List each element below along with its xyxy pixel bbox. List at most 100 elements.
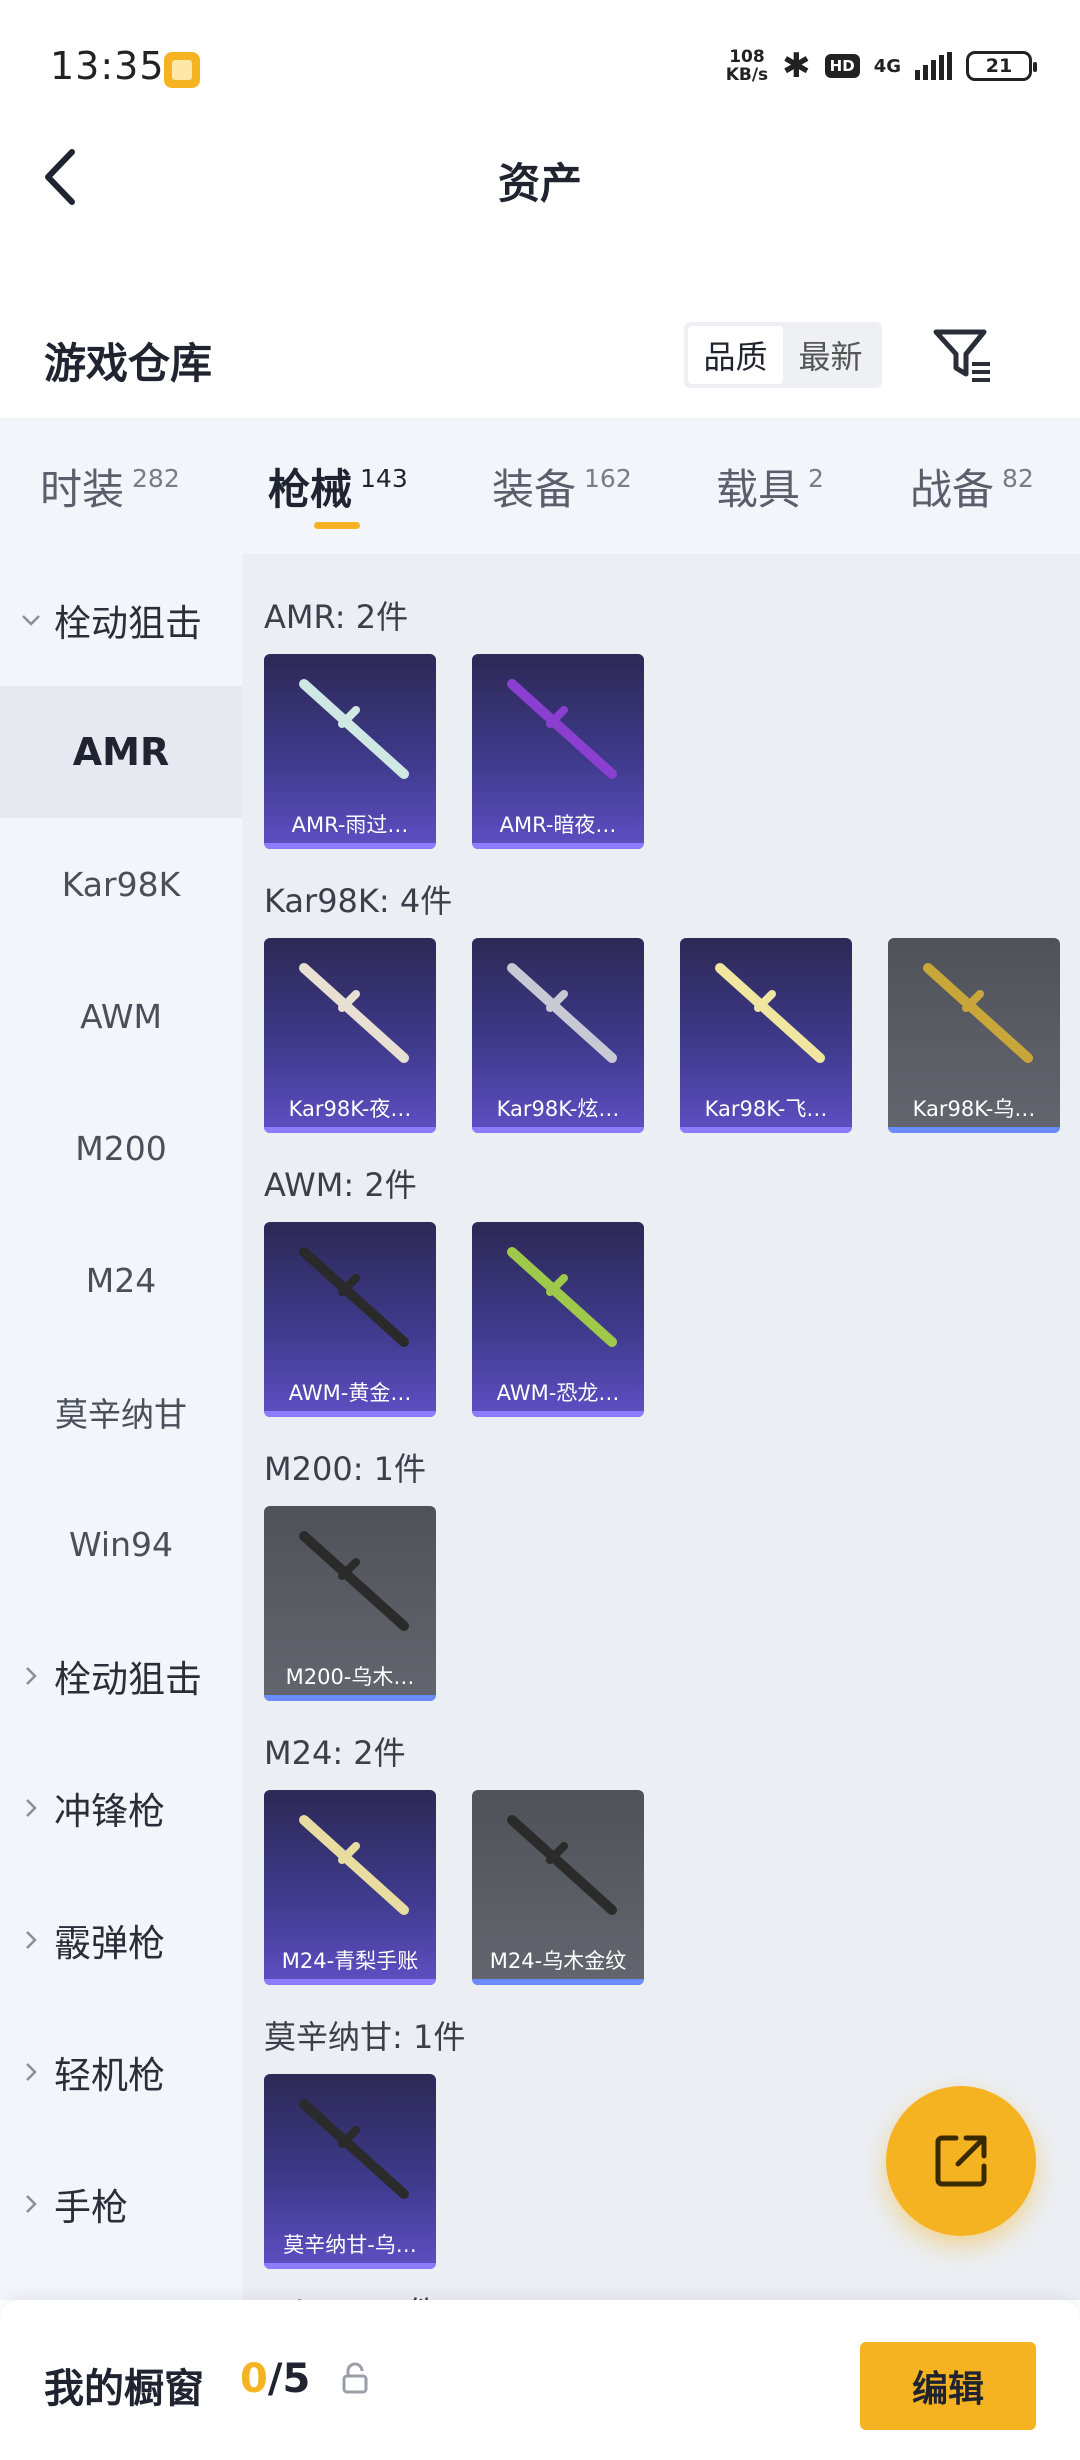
tab-fashion[interactable]: 时装 282 (40, 418, 180, 554)
skin-name: 莫辛纳甘-乌… (283, 2233, 417, 2257)
sidebar-group-bolt-action-expanded[interactable]: 栓动狙击 (0, 554, 242, 686)
rifle-icon (923, 963, 1033, 1063)
sidebar-group-label: 栓动狙击 (54, 1658, 202, 1701)
sidebar-group-label: 轻机枪 (54, 2054, 165, 2097)
sidebar-group-smg[interactable]: 冲锋枪 (0, 1742, 242, 1874)
tab-count: 282 (132, 464, 180, 493)
notification-app-icon (164, 52, 200, 88)
page-title: 资产 (497, 159, 582, 208)
sidebar-group-bolt-action[interactable]: 栓动狙击 (0, 1610, 242, 1742)
skin-card[interactable]: AMR-雨过… (264, 654, 436, 849)
rifle-icon (299, 679, 409, 779)
group-title-awm: AWM: 2件 (264, 1166, 417, 1204)
tab-label: 时装 (40, 464, 125, 514)
skin-card[interactable]: M24-乌木金纹 (472, 1790, 644, 1985)
signal-icon (915, 52, 952, 80)
showcase-total: /5 (267, 2356, 311, 2402)
weapon-type-sidebar: 栓动狙击 AMR Kar98K AWM M200 M24 莫辛纳甘 Win94 … (0, 554, 242, 2300)
chevron-right-icon (26, 1667, 37, 1685)
network-type: 4G (873, 55, 901, 77)
sidebar-item-kar98k[interactable]: Kar98K (0, 818, 242, 950)
tab-firearms[interactable]: 枪械 143 (268, 418, 408, 554)
tab-tactical-gear[interactable]: 战备 82 (910, 418, 1034, 554)
category-tabs: 时装 282 枪械 143 装备 162 载具 2 战备 82 (0, 418, 1080, 554)
rifle-icon (507, 963, 617, 1063)
skin-name: Kar98K-炫… (496, 1097, 620, 1121)
network-speed-unit: KB/s (725, 65, 769, 85)
sort-option-quality[interactable]: 品质 (688, 326, 783, 384)
rifle-icon (507, 679, 617, 779)
group-title-m200: M200: 1件 (264, 1450, 427, 1488)
battery-icon: 21 (966, 51, 1037, 81)
status-bar: 13:35 108 KB/s ✱ HD 4G 21 (0, 0, 1080, 130)
filter-icon[interactable] (932, 326, 994, 382)
active-tab-indicator (314, 522, 360, 529)
chevron-right-icon (26, 2195, 37, 2213)
sidebar-group-pistol[interactable]: 手枪 (0, 2138, 242, 2270)
rifle-icon (299, 1815, 409, 1915)
section-title: 游戏仓库 (44, 339, 213, 388)
sidebar-group-lmg[interactable]: 轻机枪 (0, 2006, 242, 2138)
tab-count: 162 (584, 464, 632, 493)
weapon-skin-grid: AMR: 2件 AMR-雨过… AMR-暗夜… Kar98K: 4件 Kar98… (242, 554, 1080, 2300)
bluetooth-icon: ✱ (782, 46, 811, 86)
skin-card[interactable]: Kar98K-乌… (888, 938, 1060, 1133)
skin-name: Kar98K-乌… (912, 1097, 1036, 1121)
status-indicators: 108 KB/s ✱ HD 4G 21 (726, 44, 1037, 88)
skin-card[interactable]: M24-青梨手账 (264, 1790, 436, 1985)
chevron-right-icon (26, 1799, 37, 1817)
tab-label: 载具 (716, 464, 801, 514)
rifle-icon (299, 2099, 409, 2199)
tab-label: 装备 (492, 464, 577, 514)
skin-card[interactable]: AWM-黄金… (264, 1222, 436, 1417)
showcase-bar: 我的橱窗 0/5 编辑 (0, 2300, 1080, 2460)
rifle-icon (299, 1247, 409, 1347)
sidebar-item-mosin-nagant[interactable]: 莫辛纳甘 (0, 1346, 242, 1478)
skin-name: M24-青梨手账 (281, 1949, 419, 1973)
skin-card[interactable]: AMR-暗夜… (472, 654, 644, 849)
group-title-m24: M24: 2件 (264, 1734, 406, 1772)
tab-equipment[interactable]: 装备 162 (492, 418, 632, 554)
rifle-icon (507, 1247, 617, 1347)
hd-badge: HD (824, 54, 860, 78)
sidebar-group-label: 手枪 (54, 2186, 128, 2229)
skin-name: M24-乌木金纹 (489, 1949, 627, 1973)
sidebar-item-m200[interactable]: M200 (0, 1082, 242, 1214)
network-speed: 108 KB/s (726, 48, 768, 84)
sidebar-item-m24[interactable]: M24 (0, 1214, 242, 1346)
status-time: 13:35 (50, 44, 165, 88)
group-title-mosin-nagant: 莫辛纳甘: 1件 (264, 2018, 466, 2056)
skin-name: AWM-黄金… (288, 1381, 412, 1405)
skin-card[interactable]: Kar98K-飞… (680, 938, 852, 1133)
group-title-win94: Win94: 1件 (264, 2288, 438, 2300)
sidebar-item-win94[interactable]: Win94 (0, 1478, 242, 1610)
showcase-current: 0 (240, 2356, 268, 2402)
edit-button[interactable]: 编辑 (860, 2342, 1036, 2430)
skin-card[interactable]: M200-乌木… (264, 1506, 436, 1701)
sort-option-newest[interactable]: 最新 (783, 326, 878, 384)
sidebar-group-label: 冲锋枪 (54, 1790, 165, 1833)
battery-level: 21 (985, 55, 1013, 77)
share-button[interactable] (886, 2086, 1036, 2236)
group-title-amr: AMR: 2件 (264, 598, 409, 636)
skin-card[interactable]: Kar98K-夜… (264, 938, 436, 1133)
chevron-down-icon (22, 615, 40, 626)
rifle-icon (299, 1531, 409, 1631)
tab-count: 143 (360, 464, 408, 493)
tab-count: 2 (808, 464, 824, 493)
rifle-icon (507, 1815, 617, 1915)
group-title-kar98k: Kar98K: 4件 (264, 882, 453, 920)
showcase-count: 0/5 (240, 2356, 310, 2402)
skin-card[interactable]: 莫辛纳甘-乌… (264, 2074, 436, 2269)
sidebar-group-label: 霰弹枪 (54, 1922, 165, 1965)
sidebar-item-amr[interactable]: AMR (0, 686, 242, 818)
sidebar-item-awm[interactable]: AWM (0, 950, 242, 1082)
skin-card[interactable]: Kar98K-炫… (472, 938, 644, 1133)
tab-vehicles[interactable]: 载具 2 (716, 418, 824, 554)
skin-card[interactable]: AWM-恐龙… (472, 1222, 644, 1417)
sidebar-group-shotgun[interactable]: 霰弹枪 (0, 1874, 242, 2006)
skin-name: M200-乌木… (285, 1665, 415, 1689)
sort-toggle: 品质 最新 (684, 322, 882, 388)
skin-name: Kar98K-夜… (288, 1097, 412, 1121)
tab-label: 枪械 (268, 464, 353, 514)
